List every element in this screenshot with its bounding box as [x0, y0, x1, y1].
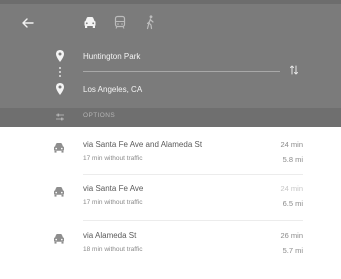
route-title: via Santa Fe Ave and Alameda St	[83, 140, 203, 149]
destination-pin-icon	[56, 83, 64, 95]
origin-field[interactable]: Huntington Park	[83, 52, 140, 61]
swap-icon[interactable]	[289, 64, 299, 76]
route-time: 26 min	[280, 231, 303, 240]
transit-icon[interactable]	[112, 14, 128, 30]
route-distance: 5.8 mi	[282, 155, 303, 164]
car-icon[interactable]	[82, 14, 98, 30]
route-title: via Alameda St	[83, 231, 137, 240]
car-icon	[54, 234, 64, 244]
options-label[interactable]: OPTIONS	[83, 112, 115, 119]
route-time: 24 min	[280, 140, 303, 149]
destination-field[interactable]: Los Angeles, CA	[83, 85, 142, 94]
origin-pin-icon	[56, 50, 64, 62]
car-icon	[54, 143, 64, 153]
directions-header	[0, 0, 341, 108]
route-connector-dots	[59, 66, 61, 78]
back-arrow-icon[interactable]	[20, 15, 36, 31]
sliders-icon	[56, 113, 64, 121]
walk-icon[interactable]	[142, 14, 158, 30]
route-divider	[83, 174, 303, 175]
route-subtitle: 17 min without traffic	[83, 199, 143, 206]
route-distance: 5.7 mi	[282, 246, 303, 255]
options-bar[interactable]	[0, 108, 341, 127]
route-item[interactable]: via Alameda St 18 min without traffic 26…	[0, 225, 341, 269]
status-strip	[0, 0, 341, 4]
field-divider	[83, 71, 280, 72]
route-item[interactable]: via Santa Fe Ave and Alameda St 17 min w…	[0, 134, 341, 178]
route-subtitle: 17 min without traffic	[83, 155, 143, 162]
route-time: 24 min	[280, 184, 303, 193]
route-title: via Santa Fe Ave	[83, 184, 144, 193]
route-divider	[83, 220, 303, 221]
route-item[interactable]: via Santa Fe Ave 17 min without traffic …	[0, 178, 341, 222]
route-subtitle: 18 min without traffic	[83, 246, 143, 253]
route-distance: 6.5 mi	[282, 199, 303, 208]
car-icon	[54, 187, 64, 197]
